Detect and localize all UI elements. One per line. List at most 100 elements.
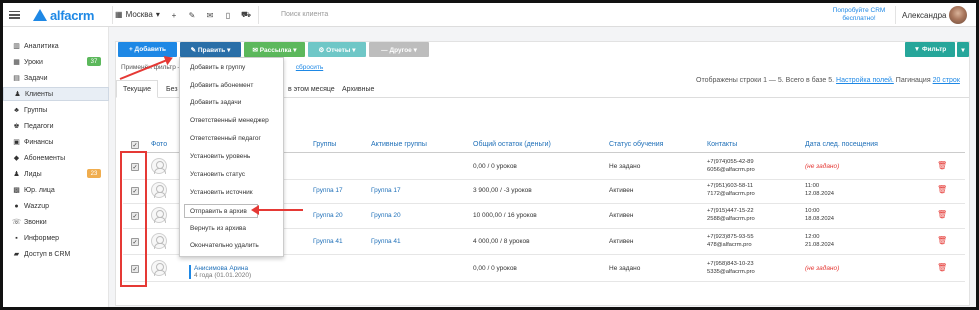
tab-current[interactable]: Текущие xyxy=(116,80,158,98)
sidebar-item-label: Информер xyxy=(24,234,60,242)
phone-link[interactable]: +7(923)875-93-55 xyxy=(707,233,754,241)
menu-icon[interactable] xyxy=(9,9,20,20)
divider xyxy=(258,6,259,24)
next-visit-cell: 12:00 21.08.2024 xyxy=(805,233,834,249)
balance-cell: 0,00 / 0 уроков xyxy=(473,163,517,170)
email-link[interactable]: 5335@alfacrm.pro xyxy=(707,268,755,276)
balance-cell: 10 000,00 / 16 уроков xyxy=(473,212,537,219)
tab-this-month[interactable]: в этом месяце xyxy=(282,80,341,98)
plus-icon[interactable]: + xyxy=(168,9,180,21)
cart-icon[interactable]: ⛟ xyxy=(240,9,252,21)
avatar[interactable] xyxy=(949,6,967,24)
email-link[interactable]: 2588@alfacrm.pro xyxy=(707,215,755,223)
balance-cell: 0,00 / 0 уроков xyxy=(473,265,517,272)
sidebar-item-label: Абонементы xyxy=(24,154,66,162)
edit-dropdown-menu: Добавить в группу Добавить абонемент Добав… xyxy=(179,57,284,257)
student-name[interactable]: Анисимова Арина xyxy=(194,265,251,272)
logo[interactable]: alfacrm xyxy=(33,7,94,23)
sidebar-item[interactable]: ◆ Абонементы xyxy=(3,151,109,165)
mail-icon[interactable]: ✉ xyxy=(204,9,216,21)
menu-item[interactable]: Установить уровень xyxy=(190,153,250,160)
city-selector[interactable]: ▦ Москва ▾ xyxy=(115,10,160,19)
col-status[interactable]: Статус обучения xyxy=(609,141,663,148)
menu-item[interactable]: Вернуть из архива xyxy=(190,225,246,232)
trash-icon[interactable]: 🗑 xyxy=(937,263,947,272)
col-active-groups[interactable]: Активные группы xyxy=(371,141,427,148)
col-contacts[interactable]: Контакты xyxy=(707,141,737,148)
active-group-link[interactable]: Группа 17 xyxy=(371,187,401,194)
phone-link[interactable]: +7(974)055-42-89 xyxy=(707,158,755,166)
field-settings-link[interactable]: Настройка полей. xyxy=(836,77,894,84)
group-link[interactable]: Группа 17 xyxy=(313,187,343,194)
pagination-select[interactable]: 20 строк xyxy=(933,77,960,84)
menu-item[interactable]: Отправить в архив xyxy=(184,204,258,218)
col-groups[interactable]: Группы xyxy=(313,141,336,148)
trash-icon[interactable]: 🗑 xyxy=(937,236,947,245)
phone-link[interactable]: +7(951)603-58-11 xyxy=(707,182,755,190)
group-link[interactable]: Группа 41 xyxy=(313,238,343,245)
menu-item[interactable]: Ответственный педагог xyxy=(190,135,261,142)
next-visit-time: 11:00 xyxy=(805,183,820,189)
next-visit-time: 12:00 xyxy=(805,234,820,240)
sidebar-item[interactable]: ▰ Доступ в CRM xyxy=(3,247,109,261)
filter-dropdown-button[interactable]: ▾ xyxy=(957,42,969,57)
highlight-box xyxy=(120,151,147,287)
sidebar-item-label: Педагоги xyxy=(24,122,54,130)
col-next-visit[interactable]: Дата след. посещения xyxy=(805,141,878,148)
col-photo[interactable]: Фото xyxy=(151,141,167,148)
phone-link[interactable]: +7(915)447-15-22 xyxy=(707,207,755,215)
menu-item[interactable]: Установить источник xyxy=(190,189,253,196)
active-group-link[interactable]: Группа 20 xyxy=(371,212,401,219)
sidebar-item[interactable]: ● Wazzup xyxy=(3,199,109,213)
select-all-checkbox[interactable]: ✓ xyxy=(131,141,139,149)
reset-filter-link[interactable]: сбросить xyxy=(296,64,323,71)
phone-link[interactable]: +7(958)843-10-23 xyxy=(707,260,755,268)
row-divider xyxy=(123,281,965,282)
tab-archive[interactable]: Архивные xyxy=(336,80,380,98)
promo-link[interactable]: Попробуйте CRM бесплатно! xyxy=(829,7,889,23)
reports-button[interactable]: ⚙ Отчеты ▾ xyxy=(308,42,366,57)
mailing-button[interactable]: ✉ Рассылка ▾ xyxy=(244,42,305,57)
menu-item[interactable]: Окончательно удалить xyxy=(190,242,259,249)
trash-icon[interactable]: 🗑 xyxy=(937,210,947,219)
filter-button[interactable]: ▼ Фильтр xyxy=(905,42,955,57)
other-button[interactable]: — Другое ▾ xyxy=(369,42,429,57)
edit-button[interactable]: ✎ Править ▾ xyxy=(180,42,241,57)
menu-item[interactable]: Добавить в группу xyxy=(190,64,245,71)
sidebar-item[interactable]: ▤ Задачи xyxy=(3,71,109,85)
menu-item[interactable]: Установить статус xyxy=(190,171,245,178)
user-name[interactable]: Александра xyxy=(902,11,946,20)
trash-icon[interactable]: 🗑 xyxy=(937,185,947,194)
sidebar-item[interactable]: ♟ Клиенты xyxy=(3,87,109,101)
sidebar-badge: 23 xyxy=(87,169,101,178)
email-link[interactable]: 7172@alfacrm.pro xyxy=(707,190,755,198)
sidebar-item[interactable]: ▥ Аналитика xyxy=(3,39,109,53)
email-link[interactable]: 478@alfacrm.pro xyxy=(707,241,754,249)
sidebar-item[interactable]: ▦ Уроки 37 xyxy=(3,55,109,69)
active-group-link[interactable]: Группа 41 xyxy=(371,238,401,245)
email-link[interactable]: 6056@alfacrm.pro xyxy=(707,166,755,174)
sidebar-item[interactable]: ▪ Информер xyxy=(3,231,109,245)
sidebar-item[interactable]: ☏ Звонки xyxy=(3,215,109,229)
menu-item[interactable]: Добавить задачи xyxy=(190,99,241,106)
menu-item[interactable]: Добавить абонемент xyxy=(190,82,253,89)
status-cell: Активен xyxy=(609,238,634,245)
mobile-icon[interactable]: ▯ xyxy=(222,9,234,21)
search-input[interactable]: Поиск клиента xyxy=(281,11,328,18)
menu-item[interactable]: Ответственный менеджер xyxy=(190,117,269,124)
sidebar-item[interactable]: ♣ Группы xyxy=(3,103,109,117)
ticket-icon: ◆ xyxy=(13,155,20,162)
logo-text: alfacrm xyxy=(50,7,95,23)
sidebar-item-label: Клиенты xyxy=(25,90,54,98)
contacts-cell: +7(958)843-10-23 5335@alfacrm.pro xyxy=(707,260,755,276)
sidebar-item[interactable]: ▩ Юр. лица xyxy=(3,183,109,197)
sidebar-item[interactable]: ♟ Лиды 23 xyxy=(3,167,109,181)
sidebar-item[interactable]: ♚ Педагоги xyxy=(3,119,109,133)
contacts-cell: +7(923)875-93-55 478@alfacrm.pro xyxy=(707,233,754,249)
wrench-icon[interactable]: ✎ xyxy=(186,9,198,21)
next-visit-time: 10:00 xyxy=(805,208,820,214)
sidebar-item[interactable]: ▣ Финансы xyxy=(3,135,109,149)
group-link[interactable]: Группа 20 xyxy=(313,212,343,219)
col-balance[interactable]: Общий остаток (деньги) xyxy=(473,141,551,148)
trash-icon[interactable]: 🗑 xyxy=(937,161,947,170)
